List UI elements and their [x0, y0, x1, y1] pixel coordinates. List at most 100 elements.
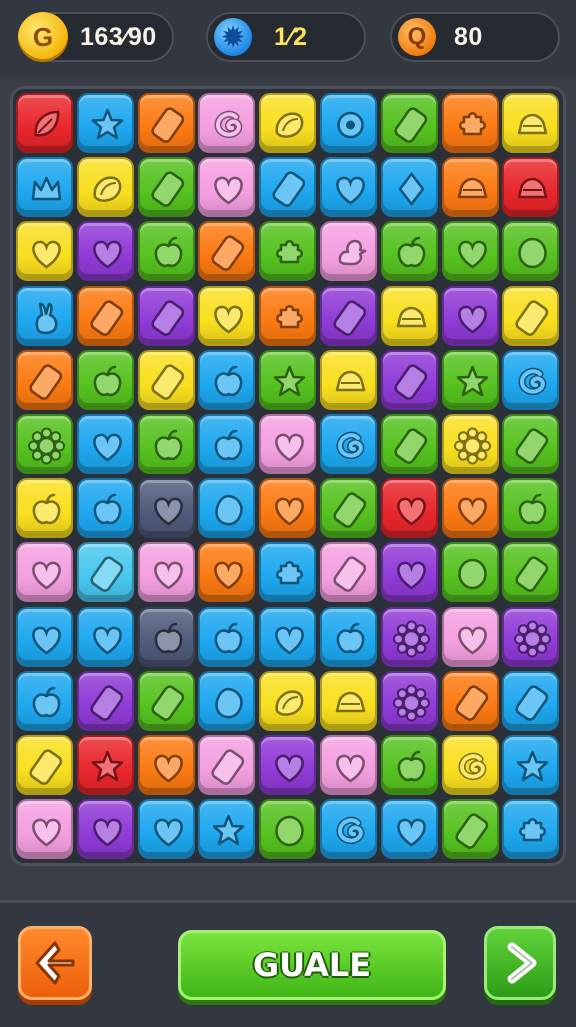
- candy-tile[interactable]: [259, 221, 317, 282]
- candy-tile[interactable]: [441, 285, 499, 346]
- candy-tile[interactable]: [137, 735, 195, 795]
- candy-tile[interactable]: [380, 735, 438, 795]
- candy-tile[interactable]: [380, 799, 438, 860]
- play-button[interactable]: GUALE: [178, 930, 446, 1000]
- candy-tile[interactable]: [502, 735, 560, 795]
- candy-tile[interactable]: [16, 285, 73, 346]
- candy-tile[interactable]: [76, 799, 134, 860]
- candy-tile[interactable]: [502, 414, 560, 474]
- candy-tile[interactable]: [502, 478, 560, 539]
- candy-tile[interactable]: [198, 221, 256, 282]
- candy-tile[interactable]: [16, 157, 73, 218]
- candy-tile[interactable]: [441, 221, 499, 282]
- candy-tile[interactable]: [380, 478, 438, 539]
- candy-tile[interactable]: [16, 349, 73, 410]
- candy-tile[interactable]: [259, 478, 317, 539]
- candy-tile[interactable]: [198, 285, 256, 346]
- candy-tile[interactable]: [76, 670, 134, 731]
- candy-tile[interactable]: [502, 221, 560, 282]
- candy-tile[interactable]: [320, 542, 377, 603]
- candy-tile[interactable]: [259, 285, 317, 346]
- candy-tile[interactable]: [441, 670, 499, 731]
- candy-tile[interactable]: [259, 93, 317, 153]
- candy-tile[interactable]: [198, 542, 256, 603]
- candy-tile[interactable]: [137, 93, 195, 153]
- candy-tile[interactable]: [16, 414, 73, 474]
- candy-tile[interactable]: [137, 285, 195, 346]
- candy-tile[interactable]: [380, 670, 438, 731]
- candy-tile[interactable]: [320, 221, 377, 282]
- candy-tile[interactable]: [76, 606, 134, 667]
- candy-tile[interactable]: [380, 414, 438, 474]
- candy-tile[interactable]: [16, 735, 73, 795]
- candy-tile[interactable]: [320, 606, 377, 667]
- candy-tile[interactable]: [198, 670, 256, 731]
- candy-tile[interactable]: [16, 799, 73, 860]
- candy-tile[interactable]: [380, 606, 438, 667]
- candy-tile[interactable]: [441, 799, 499, 860]
- candy-tile[interactable]: [320, 414, 377, 474]
- candy-tile[interactable]: [137, 221, 195, 282]
- candy-tile[interactable]: [76, 285, 134, 346]
- candy-tile[interactable]: [16, 606, 73, 667]
- candy-tile[interactable]: [16, 670, 73, 731]
- candy-tile[interactable]: [259, 606, 317, 667]
- candy-tile[interactable]: [320, 157, 377, 218]
- candy-tile[interactable]: [198, 414, 256, 474]
- candy-tile[interactable]: [441, 157, 499, 218]
- next-button[interactable]: [484, 926, 556, 1000]
- candy-tile[interactable]: [441, 735, 499, 795]
- candy-tile[interactable]: [76, 735, 134, 795]
- candy-tile[interactable]: [198, 799, 256, 860]
- candy-tile[interactable]: [441, 93, 499, 153]
- candy-tile[interactable]: [502, 349, 560, 410]
- candy-tile[interactable]: [502, 93, 560, 153]
- candy-tile[interactable]: [16, 93, 73, 153]
- candy-tile[interactable]: [259, 414, 317, 474]
- candy-tile[interactable]: [380, 285, 438, 346]
- candy-tile[interactable]: [259, 542, 317, 603]
- candy-tile[interactable]: [137, 799, 195, 860]
- candy-tile[interactable]: [16, 221, 73, 282]
- candy-tile[interactable]: [198, 93, 256, 153]
- candy-tile[interactable]: [259, 670, 317, 731]
- candy-tile[interactable]: [320, 799, 377, 860]
- candy-tile[interactable]: [198, 478, 256, 539]
- candy-tile[interactable]: [16, 478, 73, 539]
- candy-tile[interactable]: [137, 478, 195, 539]
- candy-tile[interactable]: [502, 542, 560, 603]
- candy-tile[interactable]: [380, 93, 438, 153]
- candy-tile[interactable]: [76, 478, 134, 539]
- candy-tile[interactable]: [259, 349, 317, 410]
- candy-tile[interactable]: [76, 542, 134, 603]
- candy-tile[interactable]: [320, 285, 377, 346]
- candy-tile[interactable]: [441, 606, 499, 667]
- candy-tile[interactable]: [441, 478, 499, 539]
- candy-tile[interactable]: [320, 735, 377, 795]
- candy-tile[interactable]: [259, 157, 317, 218]
- candy-tile[interactable]: [502, 285, 560, 346]
- candy-tile[interactable]: [137, 157, 195, 218]
- candy-tile[interactable]: [502, 606, 560, 667]
- candy-tile[interactable]: [502, 157, 560, 218]
- candy-tile[interactable]: [441, 349, 499, 410]
- candy-tile[interactable]: [502, 799, 560, 860]
- candy-tile[interactable]: [137, 414, 195, 474]
- candy-tile[interactable]: [320, 670, 377, 731]
- candy-tile[interactable]: [380, 221, 438, 282]
- candy-tile[interactable]: [76, 221, 134, 282]
- candy-tile[interactable]: [320, 478, 377, 539]
- candy-tile[interactable]: [259, 735, 317, 795]
- candy-tile[interactable]: [198, 157, 256, 218]
- candy-tile[interactable]: [137, 606, 195, 667]
- candy-tile[interactable]: [137, 349, 195, 410]
- candy-tile[interactable]: [76, 157, 134, 218]
- candy-tile[interactable]: [76, 93, 134, 153]
- candy-tile[interactable]: [137, 670, 195, 731]
- candy-tile[interactable]: [441, 542, 499, 603]
- candy-tile[interactable]: [320, 93, 377, 153]
- candy-tile[interactable]: [380, 349, 438, 410]
- candy-tile[interactable]: [380, 157, 438, 218]
- candy-tile[interactable]: [320, 349, 377, 410]
- candy-tile[interactable]: [502, 670, 560, 731]
